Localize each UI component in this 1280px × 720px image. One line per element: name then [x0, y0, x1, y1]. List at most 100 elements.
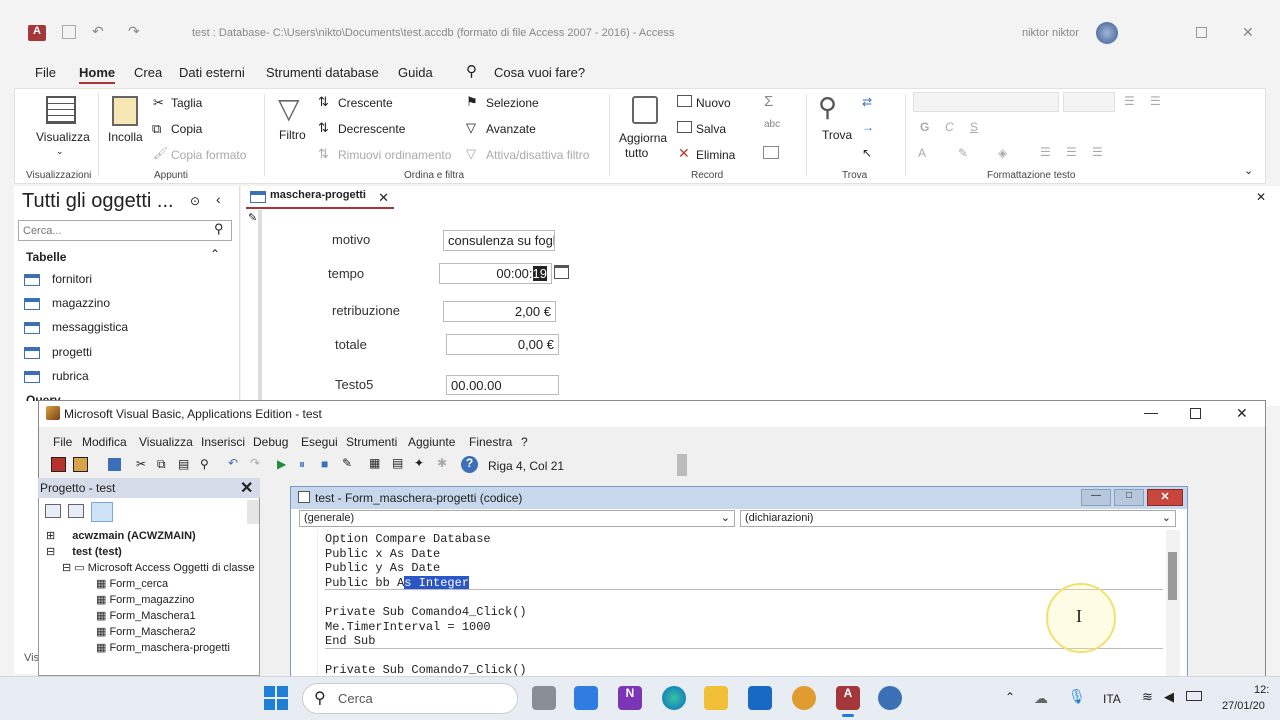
copy-button[interactable]: Copia [171, 122, 202, 136]
tree-item-form-maschera2[interactable]: ▦ Form_Maschera2 [96, 625, 196, 638]
filter-button[interactable]: Filtro [279, 128, 306, 142]
access-taskbar-icon[interactable]: A [836, 686, 860, 710]
goto-icon[interactable]: → [862, 120, 874, 134]
menu-help[interactable]: ? [521, 435, 528, 449]
toolbar-copy-icon[interactable]: ⧉ [157, 457, 166, 472]
wifi-icon[interactable]: ≋ [1142, 689, 1153, 705]
bold-button[interactable]: G [920, 120, 929, 134]
view-object-icon[interactable] [68, 504, 84, 518]
align-center-icon[interactable]: ☰ [1066, 145, 1077, 159]
view-icon[interactable] [46, 96, 76, 124]
menu-modifica[interactable]: Modifica [82, 435, 127, 449]
toolbar-access-icon[interactable] [51, 457, 66, 472]
collapse-ribbon-icon[interactable]: ⌄ [1244, 164, 1253, 177]
windows-start-icon[interactable] [264, 686, 288, 710]
toolbar-toolbox-icon[interactable]: ✱ [437, 456, 447, 470]
clock-date[interactable]: 27/01/20 [1222, 700, 1265, 712]
toolbar-overflow[interactable] [677, 454, 687, 476]
code-editor[interactable]: Option Compare Database Public x As Date… [291, 532, 1163, 676]
menu-inserisci[interactable]: Inserisci [201, 435, 245, 449]
fill-icon[interactable]: ◈ [998, 146, 1007, 160]
search-icon[interactable]: ⚲ [466, 62, 477, 80]
tree-item-form-magazzino[interactable]: ▦ Form_magazzino [96, 593, 194, 606]
toolbar-objects-icon[interactable]: ✦ [414, 456, 424, 470]
tree-folder-classes[interactable]: ⊟ ▭ Microsoft Access Oggetti di classe [62, 561, 255, 574]
edge-icon[interactable] [662, 686, 686, 710]
chevron-up-icon[interactable]: ⌃ [210, 247, 220, 261]
volume-icon[interactable]: ◀ [1164, 689, 1174, 705]
todo-icon[interactable] [574, 686, 598, 710]
task-view-icon[interactable] [532, 686, 556, 710]
outlook-icon[interactable] [748, 686, 772, 710]
sort-ascending-button[interactable]: Crescente [338, 96, 393, 110]
save-icon[interactable] [62, 25, 76, 39]
tree-item-test[interactable]: ⊟ test (test) [46, 545, 122, 558]
find-button[interactable]: Trova [822, 128, 852, 142]
toolbar-properties-icon[interactable]: ▤ [392, 456, 403, 470]
close-button[interactable]: ✕ [1147, 489, 1183, 506]
battery-icon[interactable] [1186, 691, 1202, 701]
refresh-all-button-line2[interactable]: tutto [625, 146, 648, 160]
sidebar-item-rubrica[interactable]: rubrica [24, 369, 89, 383]
chevron-down-icon[interactable]: ⌄ [56, 146, 64, 157]
field-retribuzione[interactable]: 2,00 € [443, 301, 556, 322]
onedrive-icon[interactable]: ☁ [1034, 690, 1048, 707]
search-icon[interactable]: ⚲ [214, 221, 224, 237]
menu-finestra[interactable]: Finestra [469, 435, 512, 449]
spelling-icon[interactable]: abc [764, 119, 780, 130]
sort-desc-icon[interactable]: ⇅ [318, 120, 329, 136]
redo-icon[interactable]: ↷ [128, 23, 140, 40]
help-icon[interactable]: ? [461, 456, 478, 473]
clear-sort-icon[interactable]: ⇅ [318, 146, 329, 162]
font-size-select[interactable] [1063, 92, 1115, 112]
close-icon[interactable]: ✕ [378, 190, 389, 206]
advanced-button[interactable]: Avanzate [486, 122, 536, 136]
expand-icon[interactable]: ⊞ [46, 530, 58, 542]
calendar-icon[interactable] [554, 265, 569, 279]
numbering-icon[interactable]: ☰ [1150, 94, 1161, 108]
menu-esegui[interactable]: Esegui [301, 435, 338, 449]
advanced-icon[interactable]: ▽ [466, 120, 476, 136]
toolbar-paste-icon[interactable]: ▤ [178, 457, 189, 471]
clock-time[interactable]: 12: [1254, 684, 1269, 696]
toggle-folders-icon[interactable] [91, 502, 113, 522]
toolbar-reset-icon[interactable]: ■ [321, 457, 328, 471]
menu-strumenti[interactable]: Strumenti [346, 435, 397, 449]
field-motivo[interactable]: consulenza su fogl [443, 230, 555, 251]
minimize-icon[interactable]: — [1144, 404, 1158, 420]
sidebar-item-messaggistica[interactable]: messaggistica [24, 320, 128, 334]
toolbar-run-icon[interactable]: ▶ [277, 457, 286, 471]
view-code-icon[interactable] [45, 504, 61, 518]
align-right-icon[interactable]: ☰ [1092, 145, 1103, 159]
maximize-icon[interactable] [1190, 408, 1201, 419]
tab-dati-esterni[interactable]: Dati esterni [179, 65, 245, 80]
tree-item-acwzmain[interactable]: ⊞ acwzmain (ACWZMAIN) [46, 529, 196, 542]
highlight-icon[interactable]: ✎ [958, 146, 968, 160]
file-explorer-icon[interactable] [704, 686, 728, 710]
sort-descending-button[interactable]: Decrescente [338, 122, 405, 136]
toolbar-design-icon[interactable]: ✎ [342, 456, 352, 470]
toolbar-insert-icon[interactable] [73, 457, 88, 472]
project-scroll[interactable] [247, 500, 259, 524]
tree-item-form-cerca[interactable]: ▦ Form_cerca [96, 577, 168, 590]
save-record-button[interactable]: Salva [696, 122, 726, 136]
format-painter-button[interactable]: Copia formato [171, 148, 246, 162]
funnel-icon[interactable]: ▽ [278, 92, 300, 125]
toggle-filter-icon[interactable]: ▽ [466, 146, 476, 162]
minimize-button[interactable]: — [1081, 489, 1111, 506]
toolbar-project-icon[interactable]: ▦ [369, 456, 380, 470]
field-totale[interactable]: 0,00 € [446, 334, 559, 355]
save-record-icon[interactable] [677, 121, 692, 133]
scroll-thumb[interactable] [1168, 552, 1177, 600]
totals-icon[interactable]: Σ [764, 93, 773, 110]
tab-crea[interactable]: Crea [134, 65, 162, 80]
delete-record-button[interactable]: Elimina [696, 148, 735, 162]
align-left-icon[interactable]: ☰ [1040, 145, 1051, 159]
more-icon[interactable] [763, 146, 779, 159]
tab-strumenti-database[interactable]: Strumenti database [266, 65, 379, 80]
toolbar-undo-icon[interactable]: ↶ [228, 456, 238, 470]
menu-aggiunte[interactable]: Aggiunte [408, 435, 455, 449]
bullets-icon[interactable]: ☰ [1124, 94, 1135, 108]
nav-menu-icon[interactable]: ⊙ [190, 194, 200, 208]
field-tempo[interactable]: 00:00:19 [439, 263, 552, 284]
